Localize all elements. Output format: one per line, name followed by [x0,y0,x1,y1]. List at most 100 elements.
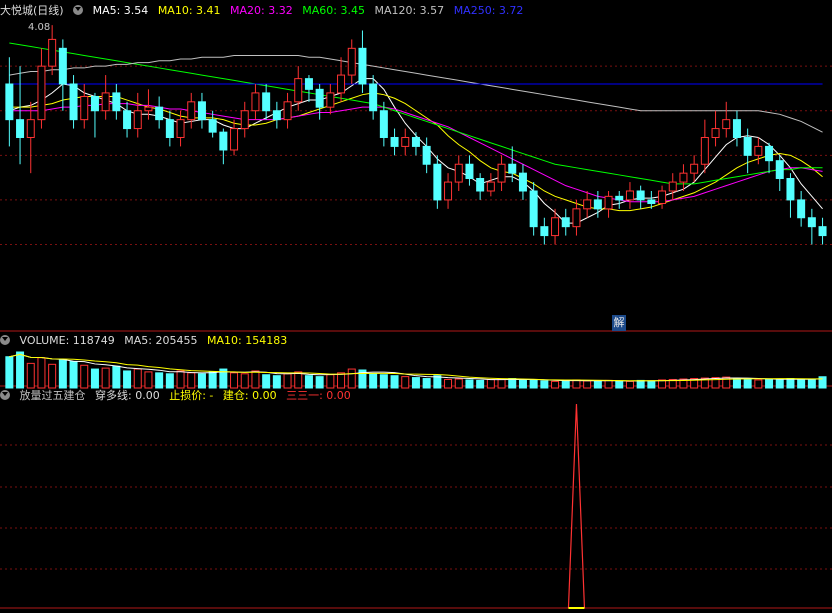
volume-bar [807,379,816,389]
candle-down [540,226,549,237]
candle-up [444,181,453,201]
stock-name[interactable]: 大悦城(日线) [0,4,64,17]
candle-down [807,217,816,228]
candle-up [133,110,142,130]
candle-down [219,131,228,151]
volume-bar [251,370,260,389]
candle-up [754,145,763,156]
candle-down [818,226,827,237]
candle-down [123,110,132,130]
candle-down [369,83,378,112]
candle-up [144,106,153,112]
chevron-down-icon[interactable] [73,5,84,15]
volume-bar [16,351,25,389]
volume-bar [294,371,303,389]
candle-down [636,190,645,201]
volume-bar [69,360,78,389]
volume-bar [486,378,495,389]
volume-bar [5,356,14,389]
volume-bar [422,378,431,389]
candle-up [101,92,110,112]
candle-up [604,195,613,210]
volume-bars [5,351,827,389]
volume-bar [572,379,581,389]
volume-label: VOLUME: 118749 [19,334,115,347]
volume-bar [369,373,378,389]
volume-bar [379,374,388,389]
candle-up [679,172,688,183]
candle-down [112,92,121,112]
volume-bar [625,380,634,389]
volume-bar [315,376,324,389]
ma5-label: MA5: 3.54 [92,4,149,17]
volume-ma5-line [9,353,823,382]
ma60-label: MA60: 3.45 [302,4,365,17]
volume-bar [230,372,239,389]
candle-down [165,119,174,138]
candle-up [722,119,731,130]
ma10-label: MA10: 3.41 [157,4,221,17]
candle-down [69,83,78,121]
volume-ma-lines [9,353,823,382]
volume-bar [497,378,506,389]
high-price-label: 4.08 [28,22,51,33]
volume-bar [337,372,346,389]
indicator-grid [0,444,832,609]
candle-down [732,119,741,138]
candle-up [283,101,292,121]
price-legend: 大悦城(日线) MA5: 3.54 MA10: 3.41 MA20: 3.32 … [0,3,529,19]
candle-down [476,178,485,192]
candle-down [797,199,806,219]
volume-bar [551,380,560,389]
volume-bar [433,375,442,389]
candle-up [551,217,560,237]
volume-bar [272,375,281,389]
volume-bar [765,378,774,389]
candle-down [155,106,164,121]
candle-up [668,181,677,192]
candle-up [572,208,581,228]
volume-ma5-label: MA5: 205455 [124,334,198,347]
candle-up [337,74,346,94]
chevron-down-icon[interactable] [0,335,10,345]
volume-bar [262,374,271,389]
candle-down [390,136,399,147]
volume-bar [529,379,538,389]
volume-legend: VOLUME: 118749 MA5: 205455 MA10: 154183 [0,333,293,349]
volume-bar [540,380,549,389]
candle-up [583,199,592,210]
candle-down [593,199,602,210]
volume-bar [390,375,399,389]
candle-down [197,101,206,121]
unlock-badge[interactable]: 解 [612,315,626,331]
volume-ma10-line [9,353,823,382]
volume-bar [476,379,485,389]
candle-up [700,136,709,165]
volume-bar [165,373,174,389]
volume-bar [732,378,741,389]
volume-bar [112,365,121,389]
ma250-label: MA250: 3.72 [453,4,524,17]
candle-down [743,136,752,156]
volume-bar [797,378,806,389]
candle-up [326,92,335,108]
candle-up [48,38,57,67]
candle-down [647,199,656,204]
candle-up [176,119,185,138]
volume-bar [561,379,570,389]
indicator-legend: 放量过五建仓 穿多线: 0.00 止损价: - 建仓: 0.00 三三一: 0.… [0,388,357,404]
candle-up [187,101,196,121]
indicator-name[interactable]: 放量过五建仓 [20,389,86,402]
volume-bar [454,378,463,389]
candle-up [26,119,35,138]
candle-up [486,181,495,192]
chevron-down-icon[interactable] [0,390,10,400]
volume-bar [326,374,335,389]
candle-down [304,78,313,90]
volume-bar [604,379,613,389]
cross-label: 穿多线: 0.00 [95,389,160,402]
volume-bar [187,372,196,389]
candle-up [240,110,249,130]
candle-up [690,163,699,174]
volume-bar [347,368,356,389]
